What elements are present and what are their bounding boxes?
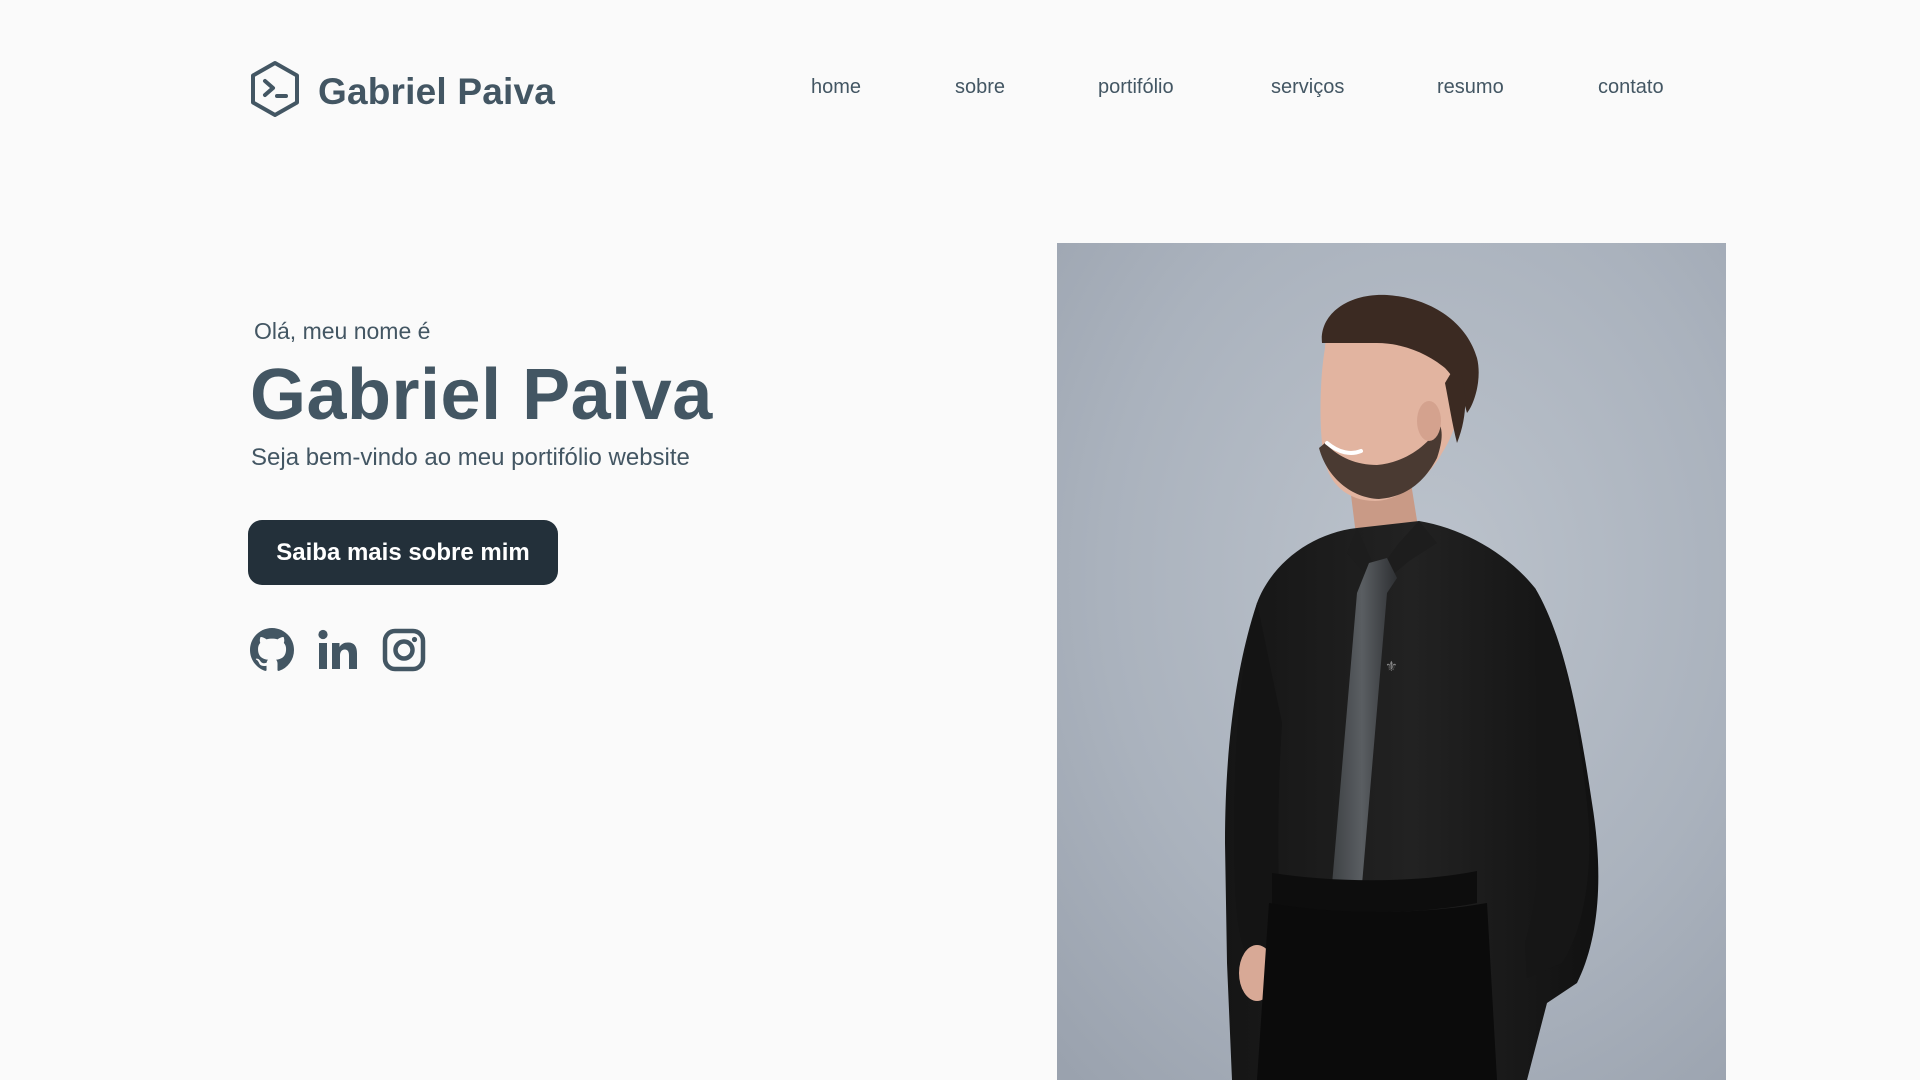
nav-portifolio[interactable]: portifólio	[1098, 76, 1174, 99]
page: Gabriel Paiva home sobre portifólio serv…	[0, 0, 1920, 1080]
github-icon	[250, 628, 294, 672]
github-link[interactable]	[250, 628, 294, 672]
nav-contato[interactable]: contato	[1598, 76, 1664, 99]
nav-sobre[interactable]: sobre	[955, 76, 1005, 99]
social-links	[250, 628, 426, 672]
hero-greeting: Olá, meu nome é	[254, 318, 431, 344]
linkedin-icon	[316, 628, 360, 672]
nav-servicos[interactable]: serviços	[1271, 76, 1344, 99]
nav-resumo[interactable]: resumo	[1437, 76, 1504, 99]
profile-photo: ⚜	[1057, 243, 1726, 1080]
hero-tagline: Seja bem-vindo ao meu portifólio website	[251, 444, 690, 471]
nav-home[interactable]: home	[811, 76, 861, 99]
instagram-link[interactable]	[382, 628, 426, 672]
learn-more-button[interactable]: Saiba mais sobre mim	[248, 520, 558, 585]
hero-name: Gabriel Paiva	[250, 355, 713, 435]
svg-text:⚜: ⚜	[1385, 659, 1398, 675]
profile-photo-illustration: ⚜	[1057, 243, 1726, 1080]
main-nav: home sobre portifólio serviços resumo co…	[0, 76, 1920, 106]
instagram-icon	[382, 628, 426, 672]
linkedin-link[interactable]	[316, 628, 360, 672]
learn-more-button-label: Saiba mais sobre mim	[276, 538, 530, 566]
